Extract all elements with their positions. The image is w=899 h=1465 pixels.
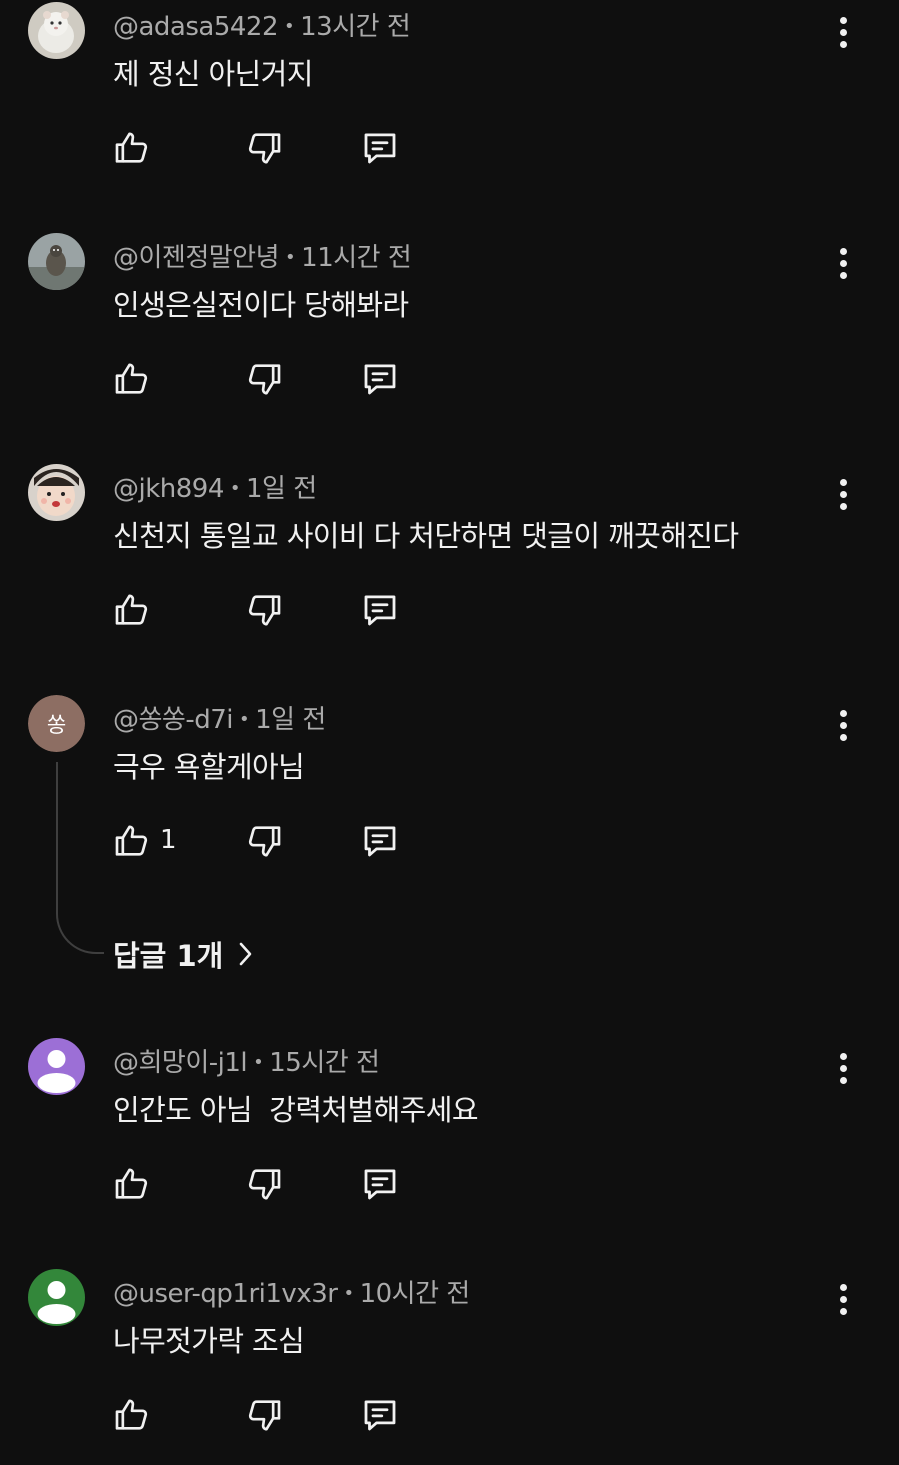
separator-dot: • <box>229 478 241 499</box>
dislike-button[interactable] <box>242 126 286 170</box>
like-button[interactable] <box>110 1393 154 1437</box>
thumbs-down-icon <box>248 364 281 395</box>
more-options-icon[interactable] <box>826 1046 860 1090</box>
comment-reply-icon <box>364 595 396 626</box>
dislike-button[interactable] <box>242 357 286 401</box>
separator-dot: • <box>285 247 296 268</box>
comment-author[interactable]: @user-qp1ri1vx3r <box>113 1279 338 1309</box>
like-button[interactable] <box>110 588 154 632</box>
comment-actions <box>110 126 430 176</box>
comment-time[interactable]: 1일 전 <box>246 474 317 504</box>
comment-actions <box>110 588 430 638</box>
baby-avatar-image <box>28 464 85 521</box>
separator-dot: • <box>239 709 250 730</box>
comment-meta: @jkh894 • 1일 전 <box>113 468 317 505</box>
comment-author[interactable]: @희망이-j1l <box>113 1048 248 1078</box>
like-button[interactable] <box>110 357 154 401</box>
more-options-icon[interactable] <box>826 241 860 285</box>
more-options-icon[interactable] <box>826 703 860 747</box>
dislike-button[interactable] <box>242 1162 286 1206</box>
thumbs-up-icon <box>115 1168 148 1199</box>
more-options-icon[interactable] <box>826 10 860 54</box>
reply-button[interactable] <box>358 1162 402 1206</box>
hamster-avatar-image <box>28 2 85 59</box>
reply-button[interactable] <box>358 588 402 632</box>
comment-time[interactable]: 10시간 전 <box>360 1279 471 1309</box>
avatar[interactable] <box>28 464 85 521</box>
comment-reply-icon <box>364 364 396 395</box>
view-replies-button[interactable]: 답글 1개 <box>113 933 255 975</box>
thumbs-up-icon <box>115 825 148 856</box>
reply-button[interactable] <box>358 126 402 170</box>
dislike-button[interactable] <box>242 819 286 863</box>
avatar[interactable]: 쏭 <box>28 695 85 752</box>
reply-thread-line <box>56 762 104 954</box>
comment-meta: @희망이-j1l • 15시간 전 <box>113 1042 380 1079</box>
thumbs-up-icon <box>115 132 148 163</box>
comment-text: 극우 욕할게아님 <box>113 750 305 784</box>
default-user-avatar-icon <box>28 1038 85 1095</box>
separator-dot: • <box>253 1052 264 1073</box>
avatar[interactable] <box>28 1269 85 1326</box>
chevron-right-icon <box>240 942 252 966</box>
like-button[interactable] <box>110 126 154 170</box>
comment-reply-icon <box>364 133 396 164</box>
thumbs-up-icon <box>115 363 148 394</box>
comment-time[interactable]: 1일 전 <box>255 705 326 735</box>
comment-meta: @이젠정말안녕 • 11시간 전 <box>113 237 412 274</box>
comment-author[interactable]: @jkh894 <box>113 474 224 504</box>
thumbs-down-icon <box>248 1400 281 1431</box>
thumbs-up-icon <box>115 594 148 625</box>
comment-actions <box>110 1393 430 1443</box>
comment-actions: 1 <box>110 819 430 869</box>
comment-time[interactable]: 13시간 전 <box>300 12 411 42</box>
comment-text: 인생은실전이다 당해봐라 <box>113 288 409 322</box>
like-button[interactable] <box>110 819 154 863</box>
comment-reply-icon <box>364 826 396 857</box>
avatar[interactable] <box>28 2 85 59</box>
reply-button[interactable] <box>358 819 402 863</box>
more-options-icon[interactable] <box>826 1277 860 1321</box>
comment-time[interactable]: 11시간 전 <box>301 243 412 273</box>
comment-reply-icon <box>364 1169 396 1200</box>
default-user-avatar-icon <box>28 1269 85 1326</box>
avatar-letter: 쏭 <box>28 695 85 752</box>
like-count: 1 <box>160 825 177 855</box>
comment-meta: @쏭쏭-d7i • 1일 전 <box>113 699 326 736</box>
avatar[interactable] <box>28 233 85 290</box>
replies-label: 답글 1개 <box>113 939 224 973</box>
thumbs-down-icon <box>248 1169 281 1200</box>
comment-time[interactable]: 15시간 전 <box>269 1048 380 1078</box>
comment-author[interactable]: @이젠정말안녕 <box>113 243 280 273</box>
comment-actions <box>110 357 430 407</box>
comment-text: 제 정신 아닌거지 <box>113 57 313 91</box>
more-options-icon[interactable] <box>826 472 860 516</box>
comment-meta: @adasa5422 • 13시간 전 <box>113 6 411 43</box>
dislike-button[interactable] <box>242 588 286 632</box>
thumbs-up-icon <box>115 1399 148 1430</box>
comment-actions <box>110 1162 430 1212</box>
comment-text: 인간도 아님 강력처벌해주세요 <box>113 1093 479 1127</box>
comment-reply-icon <box>364 1400 396 1431</box>
thumbs-down-icon <box>248 133 281 164</box>
reply-button[interactable] <box>358 1393 402 1437</box>
comment-text: 신천지 통일교 사이비 다 처단하면 댓글이 깨끗해진다 <box>113 519 739 553</box>
avatar[interactable] <box>28 1038 85 1095</box>
comment-text: 나무젓가락 조심 <box>113 1324 305 1358</box>
separator-dot: • <box>343 1283 354 1304</box>
reply-button[interactable] <box>358 357 402 401</box>
like-button[interactable] <box>110 1162 154 1206</box>
dislike-button[interactable] <box>242 1393 286 1437</box>
comment-author[interactable]: @쏭쏭-d7i <box>113 705 234 735</box>
separator-dot: • <box>284 16 295 37</box>
thumbs-down-icon <box>248 826 281 857</box>
comment-author[interactable]: @adasa5422 <box>113 12 279 42</box>
thumbs-down-icon <box>248 595 281 626</box>
comment-meta: @user-qp1ri1vx3r • 10시간 전 <box>113 1273 470 1310</box>
animal-avatar-image <box>28 233 85 290</box>
